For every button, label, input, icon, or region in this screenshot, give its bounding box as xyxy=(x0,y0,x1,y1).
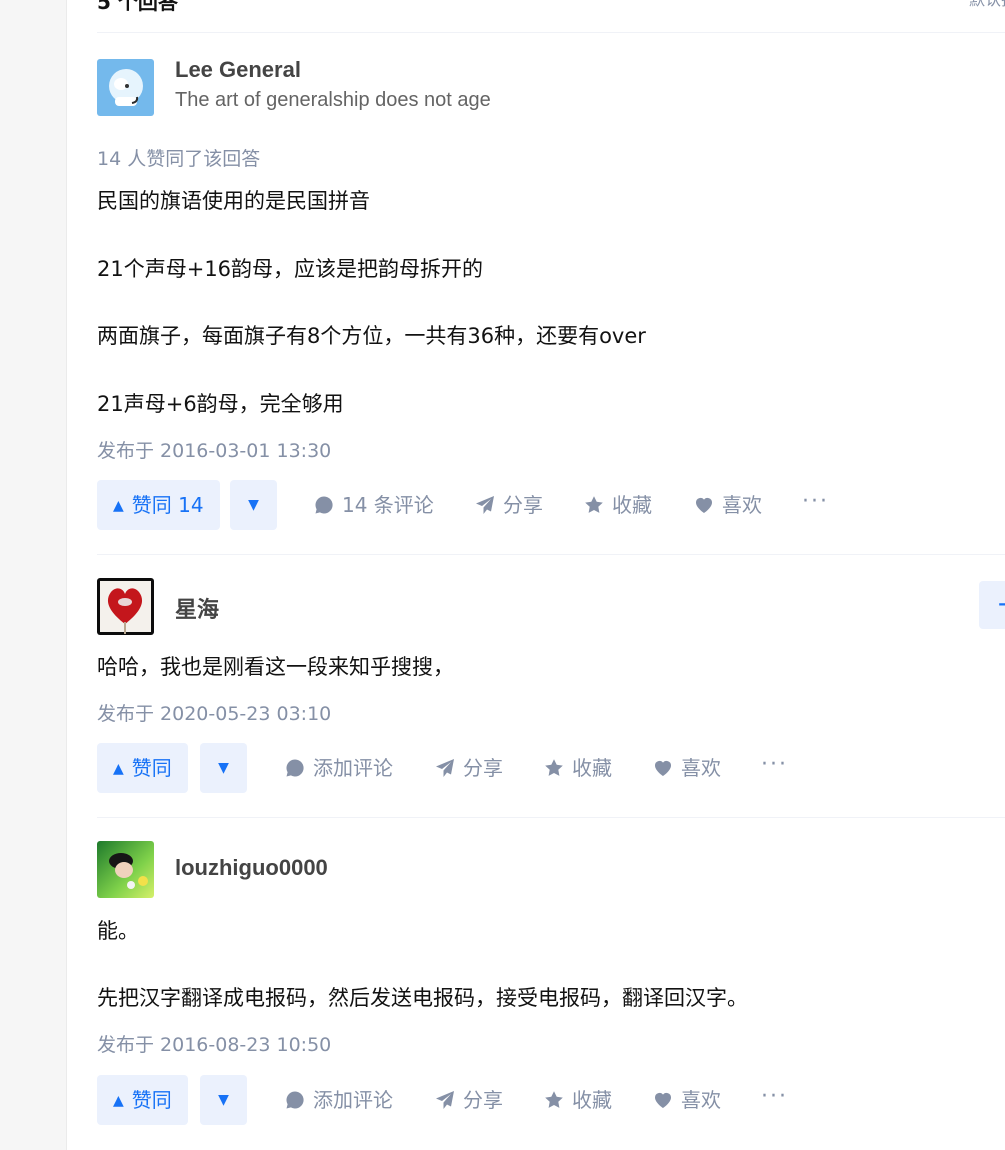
more-dots-icon[interactable]: ··· xyxy=(761,743,788,793)
sort-dropdown[interactable]: 默认排 xyxy=(969,0,1005,10)
divider xyxy=(97,554,1005,555)
heart-icon xyxy=(654,1092,672,1108)
upvote-label: 赞同 xyxy=(131,1088,172,1112)
answer-item: 星海 + 哈哈，我也是刚看这一段来知乎搜搜， 发布于 2020-05-23 03… xyxy=(97,578,1005,793)
collect-label: 收藏 xyxy=(612,493,652,517)
collect-label: 收藏 xyxy=(572,1088,612,1112)
share-button[interactable]: 分享 xyxy=(435,743,503,793)
author-info: Lee General The art of generalship does … xyxy=(97,57,1005,119)
heart-icon xyxy=(654,760,672,776)
share-button[interactable]: 分享 xyxy=(435,1075,503,1125)
comment-label: 14 条评论 xyxy=(342,493,434,517)
comment-bubble-icon xyxy=(286,1091,304,1109)
comment-button[interactable]: 添加评论 xyxy=(285,1075,393,1125)
avatar[interactable] xyxy=(97,59,154,116)
follow-button[interactable]: + xyxy=(979,581,1005,629)
publish-time[interactable]: 发布于 2020-05-23 03:10 xyxy=(97,699,331,726)
avatar[interactable] xyxy=(97,578,154,635)
triangle-up-icon: ▲ xyxy=(113,1093,124,1109)
downvote-button[interactable]: ▼ xyxy=(200,1075,247,1125)
comment-bubble-icon xyxy=(315,496,333,514)
publish-time[interactable]: 发布于 2016-03-01 13:30 xyxy=(97,436,331,463)
share-label: 分享 xyxy=(463,756,503,780)
paragraph: 能。 xyxy=(97,919,139,943)
divider xyxy=(97,817,1005,818)
star-icon xyxy=(545,759,563,776)
author-headline: The art of generalship does not age xyxy=(175,89,491,111)
collect-label: 收藏 xyxy=(572,756,612,780)
like-label: 喜欢 xyxy=(681,756,721,780)
paragraph: 先把汉字翻译成电报码，然后发送电报码，接受电报码，翻译回汉字。 xyxy=(97,986,748,1010)
collect-button[interactable]: 收藏 xyxy=(544,1075,612,1125)
comment-bubble-icon xyxy=(286,759,304,777)
star-icon xyxy=(585,496,603,513)
triangle-up-icon: ▲ xyxy=(113,498,124,514)
comment-label: 添加评论 xyxy=(313,1088,393,1112)
upvote-button[interactable]: ▲ 赞同 xyxy=(97,1075,188,1125)
collect-button[interactable]: 收藏 xyxy=(544,743,612,793)
like-label: 喜欢 xyxy=(722,493,762,517)
triangle-up-icon: ▲ xyxy=(113,761,124,777)
answer-count: 5 个回答 xyxy=(97,0,178,14)
like-button[interactable]: 喜欢 xyxy=(694,480,762,530)
comment-label: 添加评论 xyxy=(313,756,393,780)
author-name[interactable]: louzhiguo0000 xyxy=(175,855,328,881)
like-button[interactable]: 喜欢 xyxy=(653,743,721,793)
triangle-down-icon: ▼ xyxy=(218,760,229,776)
action-bar: ▲ 赞同 14 ▼ 14 条评论 分享 收藏 喜欢 ··· xyxy=(97,480,1005,530)
upvote-button[interactable]: ▲ 赞同 14 xyxy=(97,480,220,530)
paragraph: 21个声母+16韵母，应该是把韵母拆开的 xyxy=(97,257,484,281)
paper-plane-icon xyxy=(436,759,454,777)
paragraph: 两面旗子，每面旗子有8个方位，一共有36种，还要有over xyxy=(97,324,646,348)
collect-button[interactable]: 收藏 xyxy=(584,480,652,530)
upvote-label: 赞同 14 xyxy=(131,493,204,517)
author-info: louzhiguo0000 xyxy=(97,841,1005,901)
answer-item: louzhiguo0000 能。 先把汉字翻译成电报码，然后发送电报码，接受电报… xyxy=(97,841,1005,1125)
answers-header: 5 个回答 默认排 xyxy=(97,0,1005,33)
downvote-button[interactable]: ▼ xyxy=(200,743,247,793)
paragraph: 哈哈，我也是刚看这一段来知乎搜搜， xyxy=(97,655,454,679)
share-button[interactable]: 分享 xyxy=(475,480,543,530)
plus-icon: + xyxy=(996,587,1005,620)
upvote-button[interactable]: ▲ 赞同 xyxy=(97,743,188,793)
publish-time[interactable]: 发布于 2016-08-23 10:50 xyxy=(97,1030,331,1057)
paper-plane-icon xyxy=(476,496,494,514)
author-name[interactable]: Lee General xyxy=(175,57,301,83)
author-name[interactable]: 星海 xyxy=(175,592,219,624)
action-bar: ▲ 赞同 ▼ 添加评论 分享 收藏 喜欢 ··· xyxy=(97,743,1005,793)
answers-card xyxy=(66,0,1005,1150)
comment-button[interactable]: 14 条评论 xyxy=(314,480,434,530)
paper-plane-icon xyxy=(436,1091,454,1109)
paragraph: 民国的旗语使用的是民国拼音 xyxy=(97,189,370,213)
like-button[interactable]: 喜欢 xyxy=(653,1075,721,1125)
upvote-label: 赞同 xyxy=(131,756,172,780)
avatar[interactable] xyxy=(97,841,154,898)
author-info: 星海 + xyxy=(97,578,1005,638)
share-label: 分享 xyxy=(503,493,543,517)
triangle-down-icon: ▼ xyxy=(218,1092,229,1108)
more-dots-icon[interactable]: ··· xyxy=(802,480,829,530)
more-dots-icon[interactable]: ··· xyxy=(761,1075,788,1125)
like-label: 喜欢 xyxy=(681,1088,721,1112)
heart-icon xyxy=(695,497,713,513)
triangle-down-icon: ▼ xyxy=(248,497,259,513)
share-label: 分享 xyxy=(463,1088,503,1112)
downvote-button[interactable]: ▼ xyxy=(230,480,277,530)
star-icon xyxy=(545,1091,563,1108)
paragraph: 21声母+6韵母，完全够用 xyxy=(97,392,344,416)
upvote-count-meta: 14 人赞同了该回答 xyxy=(97,148,261,170)
action-bar: ▲ 赞同 ▼ 添加评论 分享 收藏 喜欢 ··· xyxy=(97,1075,1005,1125)
answer-item: Lee General The art of generalship does … xyxy=(97,57,1005,530)
comment-button[interactable]: 添加评论 xyxy=(285,743,393,793)
